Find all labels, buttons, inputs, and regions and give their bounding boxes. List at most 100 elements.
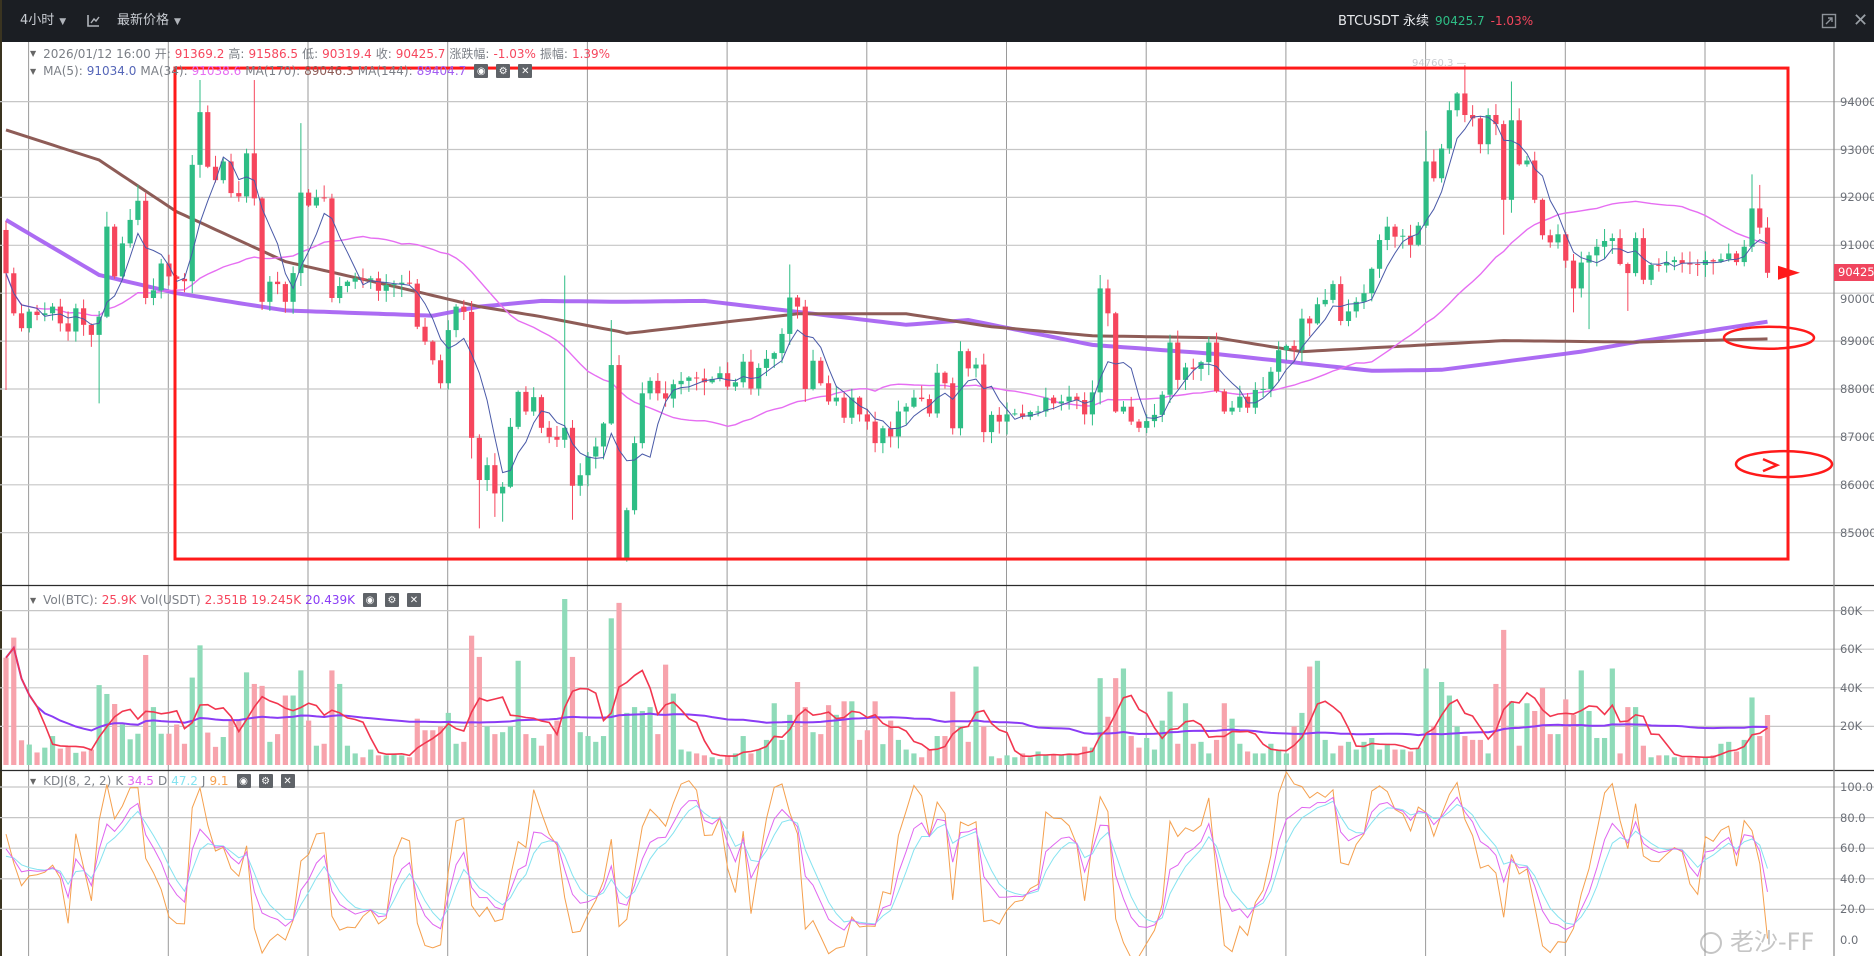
candle	[1338, 276, 1344, 326]
volume-bar	[1283, 753, 1289, 765]
close-value: 90425.7	[395, 46, 446, 61]
volume-bar	[1151, 749, 1158, 765]
candle-body	[119, 243, 125, 277]
candle-body	[1322, 299, 1328, 305]
candle	[228, 153, 234, 198]
volume-bar	[267, 741, 273, 765]
watermark: 老沙-FF	[1700, 922, 1814, 957]
candle-body	[748, 361, 754, 389]
volume-bar	[1384, 743, 1390, 765]
volume-bar	[1082, 746, 1088, 765]
kdj-tick-label: 0.0	[1840, 933, 1859, 947]
kdj-tick-label: 20.0	[1840, 902, 1866, 917]
vol-btc-label: Vol(BTC):	[43, 593, 98, 607]
candle	[212, 155, 219, 183]
volume-bar	[368, 749, 374, 765]
candle-body	[352, 278, 358, 282]
volume-bar	[1516, 745, 1522, 765]
candle-body	[577, 475, 583, 486]
volume-bar	[321, 743, 327, 765]
settings-gear-icon[interactable]: ⚙	[258, 774, 273, 788]
candle	[1764, 217, 1771, 278]
volume-bar	[818, 734, 824, 765]
collapse-icon[interactable]: ▼	[30, 777, 36, 786]
visibility-eye-icon[interactable]: ◉	[474, 64, 489, 78]
candle	[825, 375, 832, 405]
candle-body	[1291, 345, 1297, 351]
candle	[344, 280, 351, 293]
candle	[1563, 231, 1569, 268]
candle-body	[1439, 148, 1445, 179]
candle	[1679, 252, 1685, 273]
volume-bar	[1570, 714, 1577, 765]
candle	[787, 264, 793, 345]
candle-body	[1105, 288, 1111, 314]
volume-bar	[988, 756, 995, 765]
volume-bar	[1400, 749, 1406, 765]
volume-bar	[119, 724, 125, 765]
volume-bar	[453, 743, 459, 765]
visibility-eye-icon[interactable]: ◉	[236, 774, 251, 788]
candle	[298, 123, 304, 287]
candle-body	[507, 426, 513, 487]
candle-body	[1392, 226, 1398, 237]
volume-bar	[96, 685, 102, 765]
high-label: 高:	[228, 47, 245, 61]
candle	[810, 349, 816, 391]
volume-bar	[73, 752, 79, 765]
volume-bar	[1035, 751, 1041, 765]
volume-bar	[981, 726, 987, 765]
candle	[1113, 311, 1119, 413]
candle-body	[1617, 238, 1623, 264]
candle-body	[383, 285, 389, 291]
volume-bar	[306, 720, 312, 765]
candle	[1493, 104, 1499, 136]
candle-body	[500, 486, 506, 494]
candle	[26, 309, 32, 333]
kline-chart[interactable]	[0, 0, 1874, 956]
candle-body	[212, 166, 219, 181]
candle	[329, 193, 335, 303]
volume-bar	[577, 732, 583, 765]
vol-ma1-value: 19.245K	[251, 593, 302, 607]
price-tick-label: 92000.0	[1840, 190, 1874, 205]
volume-bar	[1702, 757, 1709, 765]
volume-bar	[1764, 715, 1771, 765]
volume-bar	[794, 682, 801, 765]
volume-tick-label: 40K	[1840, 680, 1863, 695]
volume-bar	[42, 747, 48, 765]
candle-body	[1283, 345, 1289, 351]
collapse-icon[interactable]: ▼	[30, 67, 36, 76]
remove-close-icon[interactable]: ✕	[406, 593, 421, 607]
remove-close-icon[interactable]: ✕	[518, 64, 533, 78]
volume-bar	[1508, 701, 1515, 765]
volume-bar	[756, 749, 762, 765]
collapse-icon[interactable]: ▼	[30, 596, 36, 605]
candle	[1035, 405, 1041, 417]
candle-body	[1276, 350, 1282, 372]
j-value: 9.1	[209, 774, 229, 788]
candle-body	[1462, 93, 1468, 116]
ma144-label: MA(144):	[357, 64, 413, 78]
visibility-eye-icon[interactable]: ◉	[362, 593, 377, 607]
volume-bar	[740, 736, 746, 765]
collapse-icon[interactable]: ▼	[30, 49, 36, 58]
candle-body	[391, 284, 397, 286]
volume-bar	[150, 707, 157, 765]
settings-gear-icon[interactable]: ⚙	[384, 593, 399, 607]
candle	[1586, 251, 1592, 330]
remove-close-icon[interactable]: ✕	[280, 774, 295, 788]
volume-bar	[1268, 743, 1274, 765]
settings-gear-icon[interactable]: ⚙	[496, 64, 511, 78]
candle	[624, 507, 630, 562]
ma-legend: ▼ MA(5): 91034.0 MA(34): 91038.6 MA(170): 8…	[30, 64, 536, 78]
candle	[135, 184, 141, 226]
volume-bar	[1671, 757, 1677, 765]
candle	[779, 328, 785, 364]
candle-body	[593, 446, 599, 457]
candle	[655, 373, 661, 401]
close-label: 收:	[375, 47, 392, 61]
candle-body	[670, 384, 676, 399]
candle-body	[1361, 293, 1367, 302]
candle	[1330, 280, 1336, 304]
